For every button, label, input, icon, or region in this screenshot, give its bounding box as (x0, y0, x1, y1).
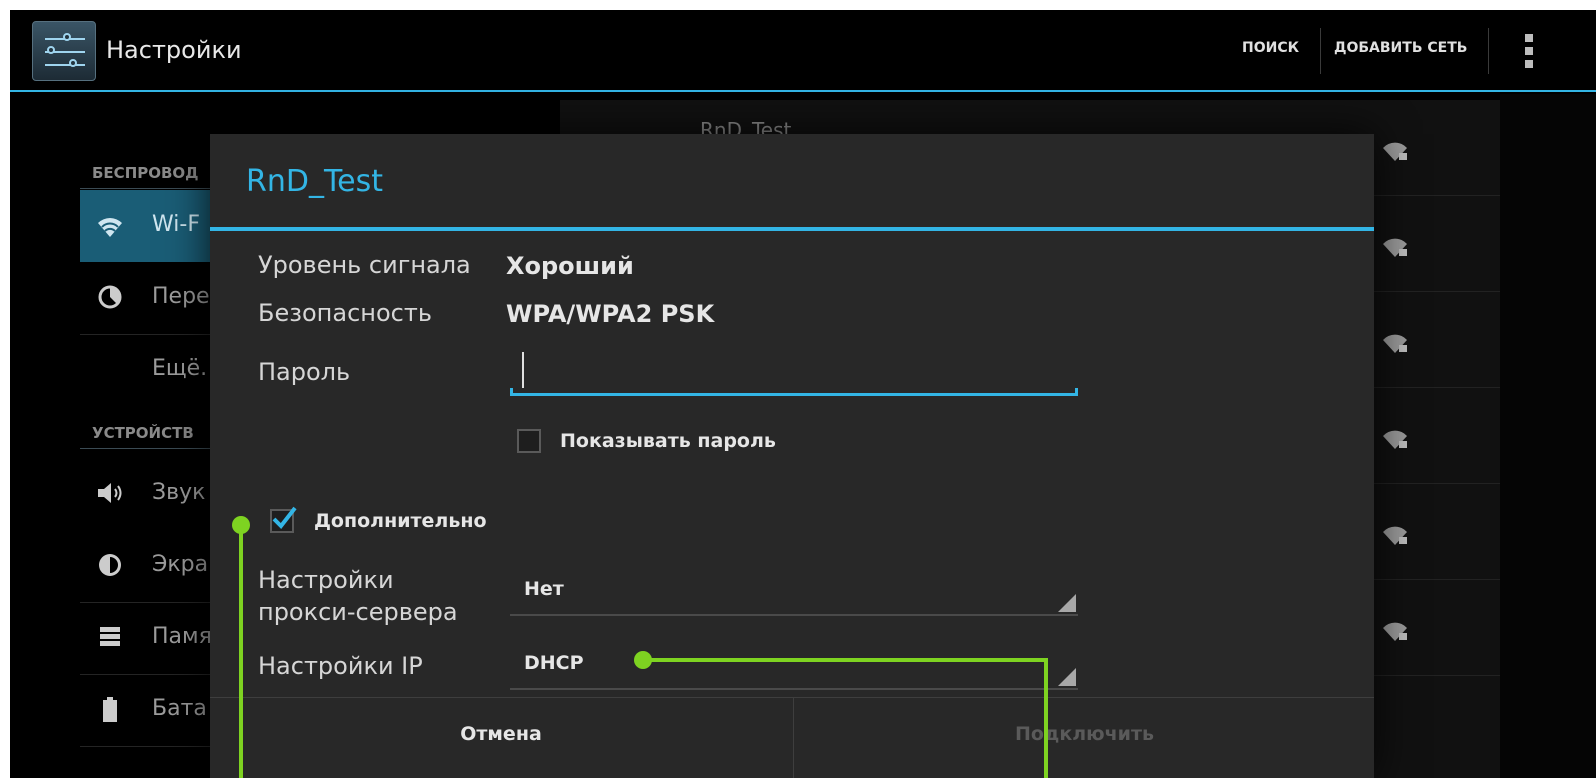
signal-strength-value: Хороший (506, 252, 634, 280)
advanced-options-label[interactable]: Дополнительно (314, 510, 487, 532)
sidebar-item-label: Экра (152, 552, 209, 577)
sidebar-item-label: Памя (152, 624, 212, 649)
action-divider (1488, 28, 1489, 74)
data-usage-icon (96, 284, 124, 312)
wifi-icon (96, 212, 124, 240)
sidebar-item-label: Wi-F (152, 212, 200, 237)
text-caret (522, 352, 524, 388)
settings-app-icon[interactable] (32, 21, 96, 81)
screen-edge (1500, 94, 1596, 778)
app-title: Настройки (106, 36, 242, 64)
display-icon (96, 552, 124, 580)
password-input[interactable] (510, 346, 1078, 396)
spinner-arrow-icon (1058, 668, 1076, 686)
sidebar-item-label: Пере (152, 284, 210, 309)
wifi-lock-icon (1382, 140, 1408, 166)
security-value: WPA/WPA2 PSK (506, 300, 715, 328)
tablet-screen: Настройки ПОИСК ДОБАВИТЬ СЕТЬ БЕСПРОВОД … (10, 10, 1596, 778)
battery-icon (96, 696, 124, 724)
add-network-button[interactable]: ДОБАВИТЬ СЕТЬ (1334, 40, 1467, 56)
action-divider (1320, 28, 1321, 74)
signal-strength-label: Уровень сигнала (258, 251, 471, 279)
ip-settings-label: Настройки IP (258, 652, 423, 680)
ip-settings-value: DHCP (524, 652, 584, 674)
checkmark-icon (272, 506, 297, 530)
search-button[interactable]: ПОИСК (1242, 40, 1299, 56)
proxy-settings-spinner[interactable]: Нет (510, 568, 1078, 616)
wifi-lock-icon (1382, 428, 1408, 454)
connect-button[interactable]: Подключить (793, 698, 1375, 778)
dialog-button-bar: Отмена Подключить (210, 697, 1374, 778)
overflow-menu-icon[interactable] (1525, 34, 1533, 68)
advanced-options-checkbox[interactable] (270, 506, 297, 533)
section-header-wireless: БЕСПРОВОД (92, 164, 199, 182)
wifi-lock-icon (1382, 332, 1408, 358)
storage-icon (96, 624, 124, 652)
sidebar-item-label: Звук (152, 480, 206, 505)
sound-icon (96, 480, 124, 508)
wifi-lock-icon (1382, 620, 1408, 646)
show-password-checkbox[interactable] (517, 429, 541, 453)
action-bar: Настройки ПОИСК ДОБАВИТЬ СЕТЬ (10, 10, 1596, 92)
dialog-title-divider (210, 227, 1374, 231)
wifi-lock-icon (1382, 524, 1408, 550)
sidebar-item-label: Ещё. (152, 356, 208, 381)
section-header-device: УСТРОЙСТВ (92, 424, 194, 442)
password-label: Пароль (258, 358, 351, 386)
wifi-lock-icon (1382, 236, 1408, 262)
ip-settings-spinner[interactable]: DHCP (510, 642, 1078, 690)
security-label: Безопасность (258, 299, 432, 327)
proxy-settings-value: Нет (524, 578, 564, 600)
show-password-label[interactable]: Показывать пароль (560, 430, 776, 452)
dialog-title: RnD_Test (246, 164, 384, 199)
sidebar-item-label: Бата (152, 696, 207, 721)
spinner-arrow-icon (1058, 594, 1076, 612)
wifi-connect-dialog: RnD_Test Уровень сигнала Хороший Безопас… (210, 134, 1374, 778)
proxy-settings-label: Настройки прокси-сервера (258, 566, 458, 626)
cancel-button[interactable]: Отмена (210, 698, 792, 778)
